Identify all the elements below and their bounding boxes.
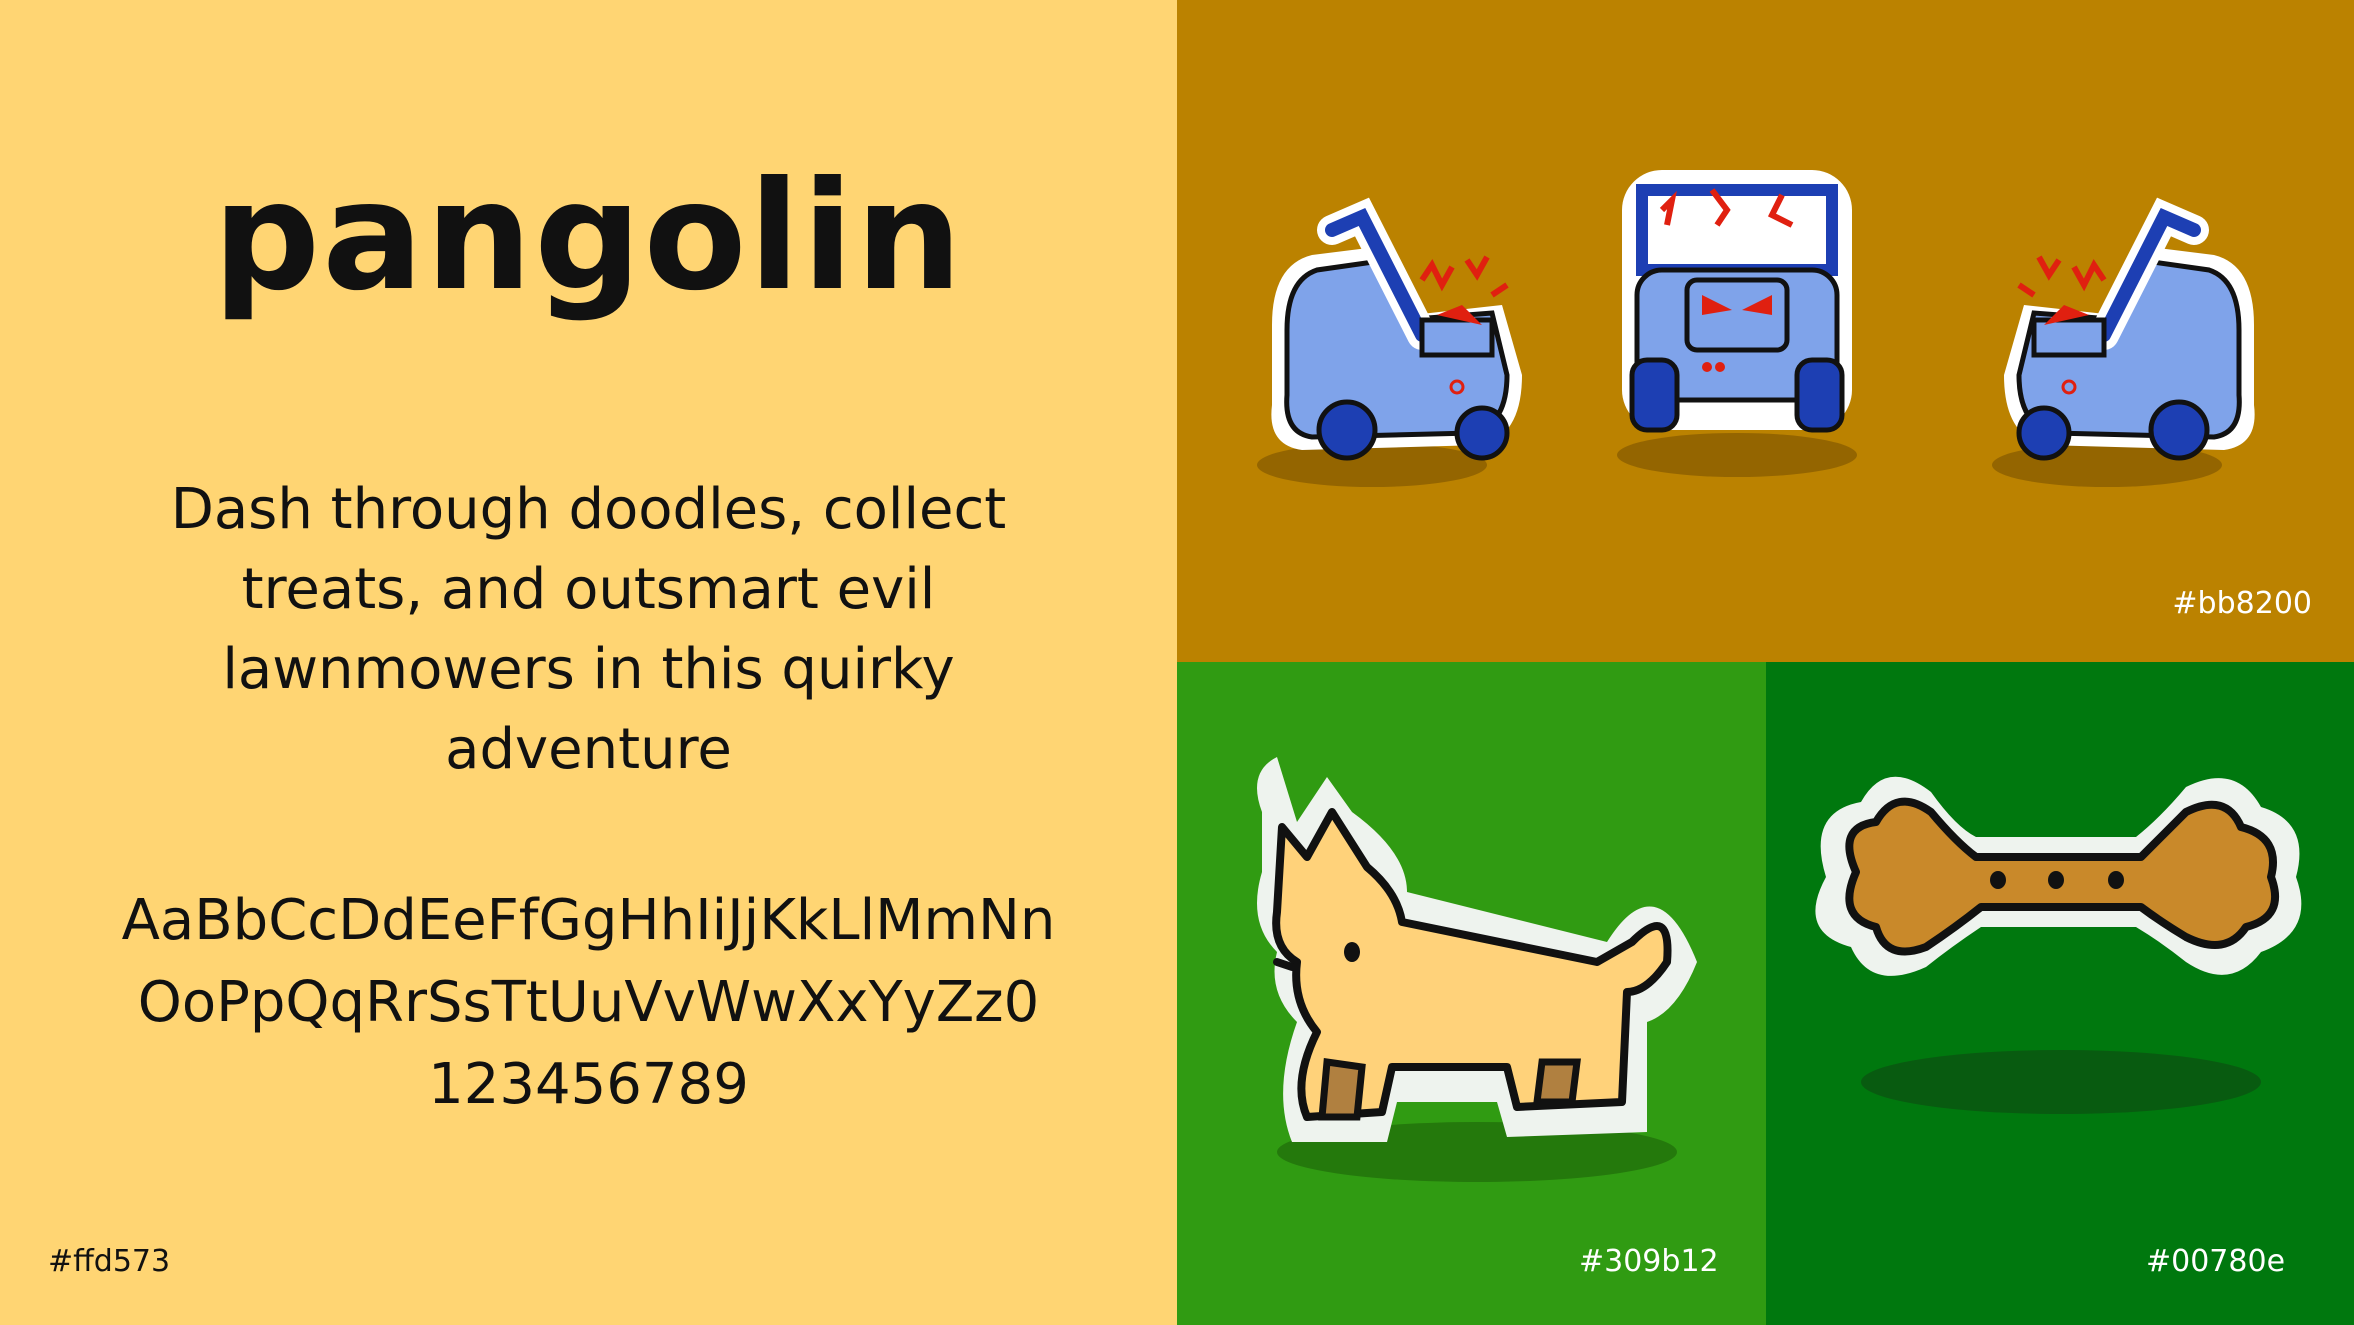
swatch-label-bottom-right: #00780e (2146, 1244, 2286, 1279)
dog-panel: #309b12 (1177, 662, 1766, 1325)
lawnmower-panel: #bb8200 (1177, 0, 2354, 662)
bone-icon (1815, 776, 2302, 976)
typeface-panel: pangolin Dash through doodles, collect t… (0, 0, 1177, 1325)
dog-illustration (1257, 757, 1697, 1182)
swatch-label-left: #ffd573 (48, 1244, 171, 1279)
bone-illustration (1815, 776, 2302, 1114)
swatch-label-top-right: #bb8200 (2172, 586, 2312, 621)
dog-icon (1257, 757, 1697, 1142)
lawnmower-illustration (1257, 170, 2255, 487)
lawnmower-icon (2004, 197, 2255, 461)
lawnmower-icon (1622, 170, 1852, 433)
bone-panel: #00780e (1766, 662, 2354, 1325)
alphabet-sample: AaBbCcDdEeFfGgHhIiJjKkLlMmNnOoPpQqRrSsTt… (121, 888, 1056, 1117)
font-title: pangolin (212, 150, 965, 324)
tagline: Dash through doodles, collect treats, an… (170, 477, 1007, 782)
lawnmower-icon (1271, 197, 1522, 461)
swatch-label-bottom-mid: #309b12 (1579, 1244, 1719, 1279)
